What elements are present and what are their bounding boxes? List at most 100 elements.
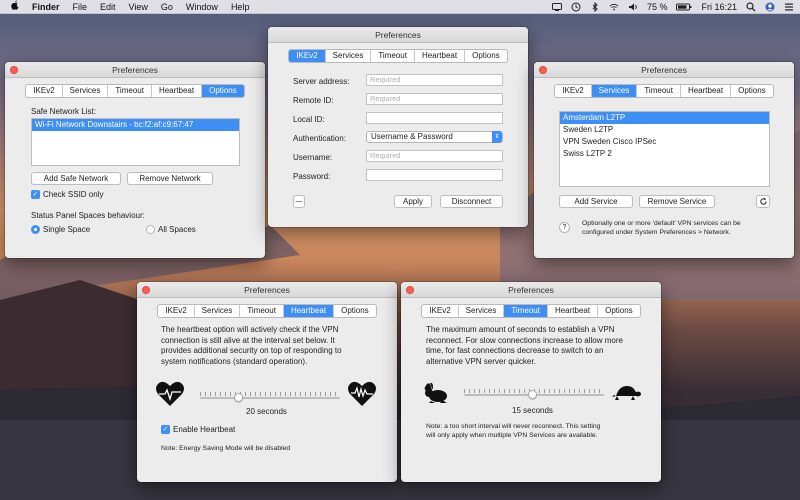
user-avatar-icon[interactable] [765,2,775,12]
tab-options[interactable]: Options [202,85,244,97]
safe-network-list[interactable]: Wi-Fi Network Downstairs - bc:f2:af:c9:6… [31,118,240,166]
add-service-button[interactable]: Add Service [559,195,633,208]
menu-go[interactable]: Go [161,2,173,12]
minus-button[interactable]: — [293,195,305,208]
list-item[interactable]: Amsterdam L2TP [560,112,769,124]
server-address-input[interactable]: Required [366,74,503,86]
refresh-button[interactable] [756,195,770,208]
close-button[interactable] [10,66,18,74]
tab-heartbeat[interactable]: Heartbeat [415,50,466,62]
tab-options[interactable]: Options [731,85,773,97]
list-item[interactable]: Wi-Fi Network Downstairs - bc:f2:af:c9:6… [32,119,239,131]
tab-timeout[interactable]: Timeout [240,305,284,317]
tab-bar: IKEv2 Services Timeout Heartbeat Options [157,304,377,318]
notification-center-icon[interactable] [784,2,794,12]
bluetooth-icon[interactable] [590,1,600,12]
title-bar[interactable]: Preferences [5,62,265,78]
menu-finder[interactable]: Finder [32,2,60,12]
local-id-input[interactable] [366,112,503,124]
heartbeat-slider-track[interactable] [200,397,340,399]
add-safe-network-button[interactable]: Add Safe Network [31,172,121,185]
remove-network-button[interactable]: Remove Network [127,172,213,185]
heartbeat-slider-value: 20 seconds [246,407,287,416]
spotlight-search-icon[interactable] [746,1,756,12]
safe-network-label: Safe Network List: [31,107,96,116]
close-button[interactable] [142,286,150,294]
tab-services[interactable]: Services [459,305,505,317]
close-button[interactable] [539,66,547,74]
tab-heartbeat[interactable]: Heartbeat [681,85,732,97]
tab-services[interactable]: Services [326,50,372,62]
window-title: Preferences [508,284,554,295]
username-input[interactable]: Required [366,150,503,162]
preferences-window-services: Preferences IKEv2 Services Timeout Heart… [534,62,794,258]
heartbeat-slider-knob[interactable] [234,393,243,402]
tab-ikev2[interactable]: IKEv2 [555,85,592,97]
tab-bar: IKEv2 Services Timeout Heartbeat Options [25,84,245,98]
heart-fast-icon [348,381,376,406]
volume-icon[interactable] [628,2,638,12]
authentication-select[interactable]: Username & Password ⇕ [366,131,503,143]
list-item[interactable]: Swiss L2TP 2 [560,148,769,160]
single-space-radio[interactable] [31,225,40,234]
heartbeat-slider-ticks [200,392,340,396]
tab-bar: IKEv2 Services Timeout Heartbeat Options [288,49,508,63]
timemachine-icon[interactable] [571,2,581,12]
title-bar[interactable]: Preferences [534,62,794,78]
tab-timeout[interactable]: Timeout [504,305,548,317]
wifi-icon[interactable] [609,2,619,12]
tab-ikev2[interactable]: IKEv2 [289,50,326,62]
menu-file[interactable]: File [73,2,88,12]
tab-timeout[interactable]: Timeout [371,50,415,62]
tab-services[interactable]: Services [195,305,241,317]
tab-options[interactable]: Options [598,305,640,317]
tab-options[interactable]: Options [465,50,507,62]
preferences-window-timeout: Preferences IKEv2 Services Timeout Heart… [401,282,661,482]
tab-services[interactable]: Services [63,85,109,97]
tab-ikev2[interactable]: IKEv2 [158,305,195,317]
title-bar[interactable]: Preferences [268,27,528,43]
menu-help[interactable]: Help [231,2,250,12]
tab-timeout[interactable]: Timeout [108,85,152,97]
tab-heartbeat[interactable]: Heartbeat [283,305,335,317]
window-title: Preferences [375,29,421,40]
all-spaces-radio[interactable] [146,225,155,234]
single-space-label: Single Space [43,225,91,234]
display-icon[interactable] [551,2,562,12]
menu-view[interactable]: View [129,2,148,12]
apply-button[interactable]: Apply [394,195,432,208]
tab-bar: IKEv2 Services Timeout Heartbeat Options [421,304,641,318]
tab-heartbeat[interactable]: Heartbeat [152,85,203,97]
close-button[interactable] [406,286,414,294]
enable-heartbeat-checkbox[interactable]: ✓ [161,425,170,434]
rabbit-icon [424,382,447,403]
authentication-label: Authentication: [293,134,346,143]
password-input[interactable] [366,169,503,181]
menu-window[interactable]: Window [186,2,218,12]
list-item[interactable]: Sweden L2TP [560,124,769,136]
heartbeat-note: Note: Energy Saving Mode will be disable… [161,445,291,452]
help-icon[interactable]: ? [559,222,570,233]
enable-heartbeat-label: Enable Heartbeat [173,425,236,434]
battery-icon[interactable] [676,2,692,12]
tab-options[interactable]: Options [334,305,376,317]
help-text-line-2: configured under System Preferences > Ne… [582,229,731,236]
disconnect-button[interactable]: Disconnect [440,195,503,208]
check-ssid-checkbox[interactable]: ✓ [31,190,40,199]
tab-ikev2[interactable]: IKEv2 [26,85,63,97]
remote-id-input[interactable]: Required [366,93,503,105]
remote-id-label: Remote ID: [293,96,334,105]
title-bar[interactable]: Preferences [137,282,397,298]
tab-heartbeat[interactable]: Heartbeat [548,305,599,317]
tab-services[interactable]: Services [591,85,638,97]
title-bar[interactable]: Preferences [401,282,661,298]
menu-edit[interactable]: Edit [100,2,116,12]
tab-ikev2[interactable]: IKEv2 [422,305,459,317]
remove-service-button[interactable]: Remove Service [639,195,715,208]
tab-timeout[interactable]: Timeout [637,85,681,97]
clock[interactable]: Fri 16:21 [701,2,737,12]
list-item[interactable]: VPN Sweden Cisco IPSec [560,136,769,148]
services-list[interactable]: Amsterdam L2TP Sweden L2TP VPN Sweden Ci… [559,111,770,187]
timeout-slider-knob[interactable] [528,390,537,399]
apple-icon[interactable] [10,0,22,13]
